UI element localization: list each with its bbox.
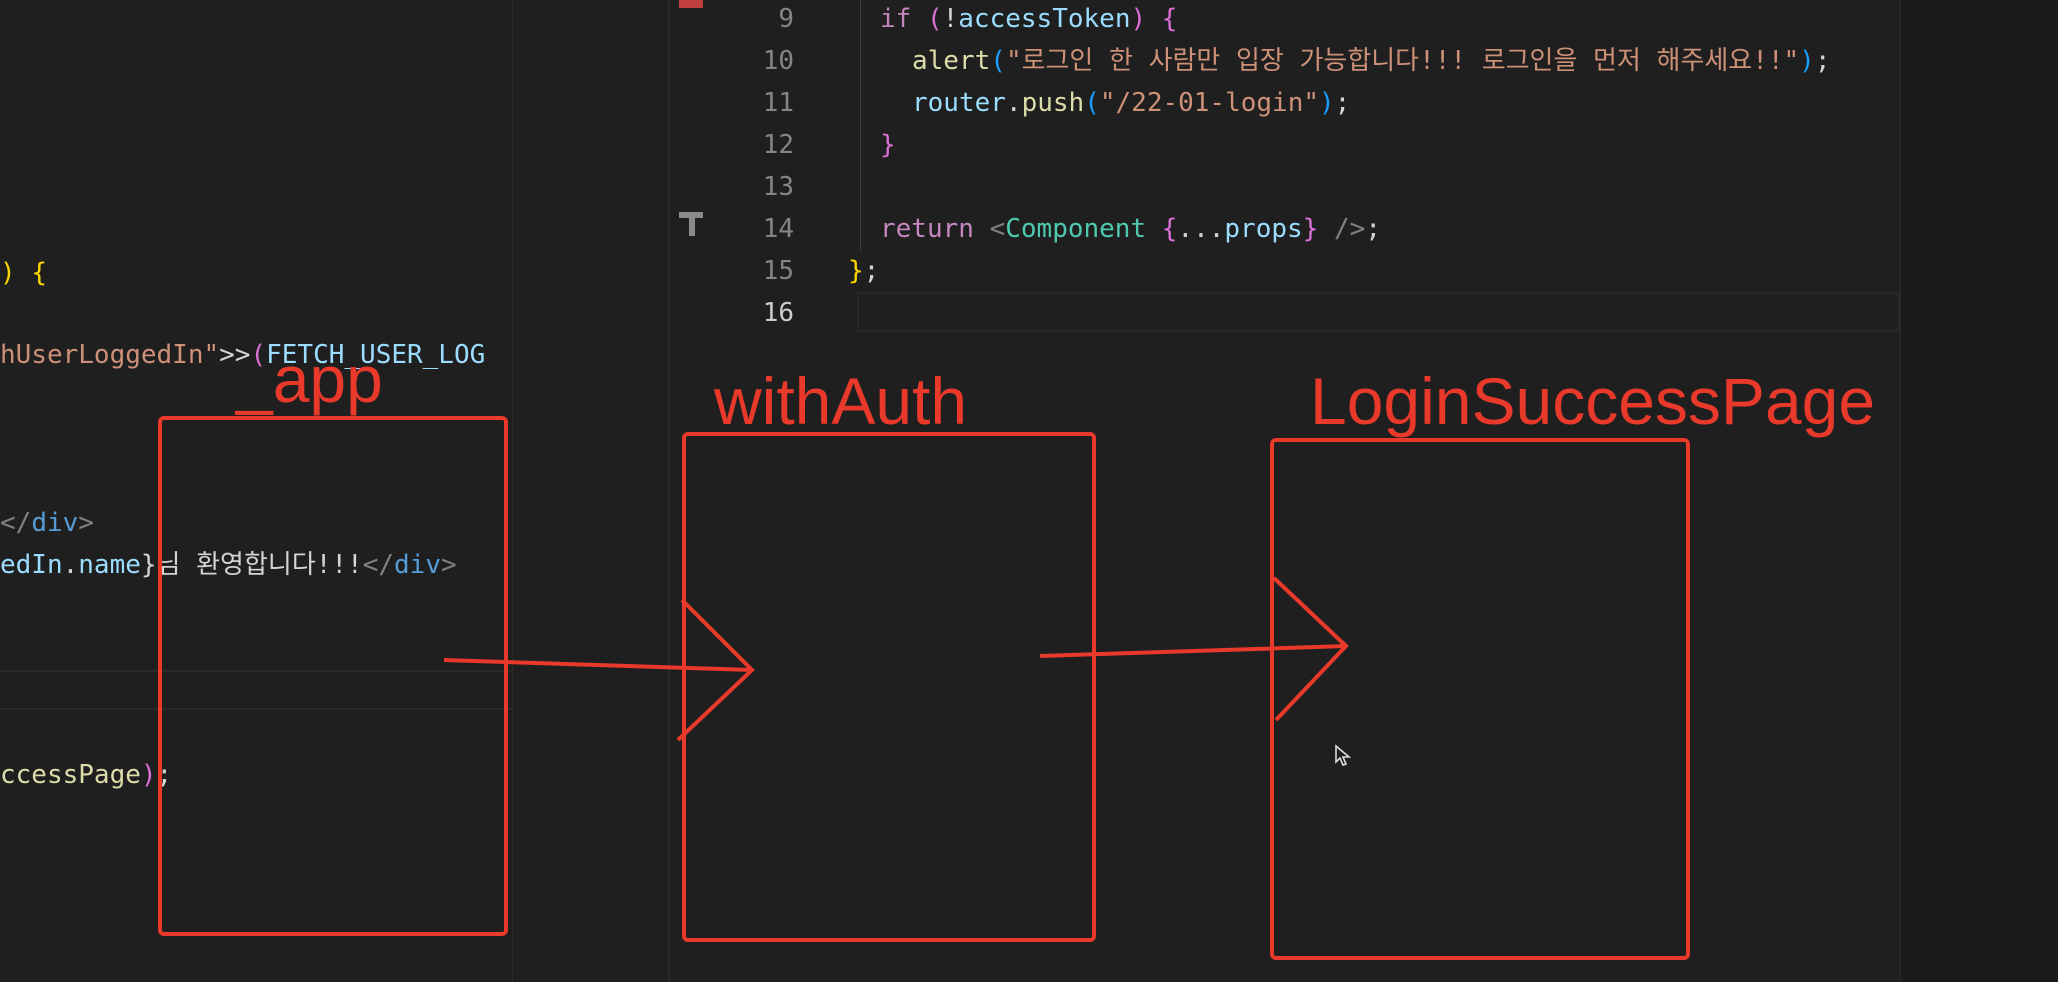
app-component-box <box>158 416 508 936</box>
app-label: _app <box>236 342 383 416</box>
loginsuccess-component-box <box>1270 438 1690 960</box>
loginsuccess-label: LoginSuccessPage <box>1310 364 1876 438</box>
withauth-component-box <box>682 432 1096 942</box>
withauth-label: withAuth <box>714 364 968 438</box>
mouse-pointer-icon <box>1334 744 1352 772</box>
